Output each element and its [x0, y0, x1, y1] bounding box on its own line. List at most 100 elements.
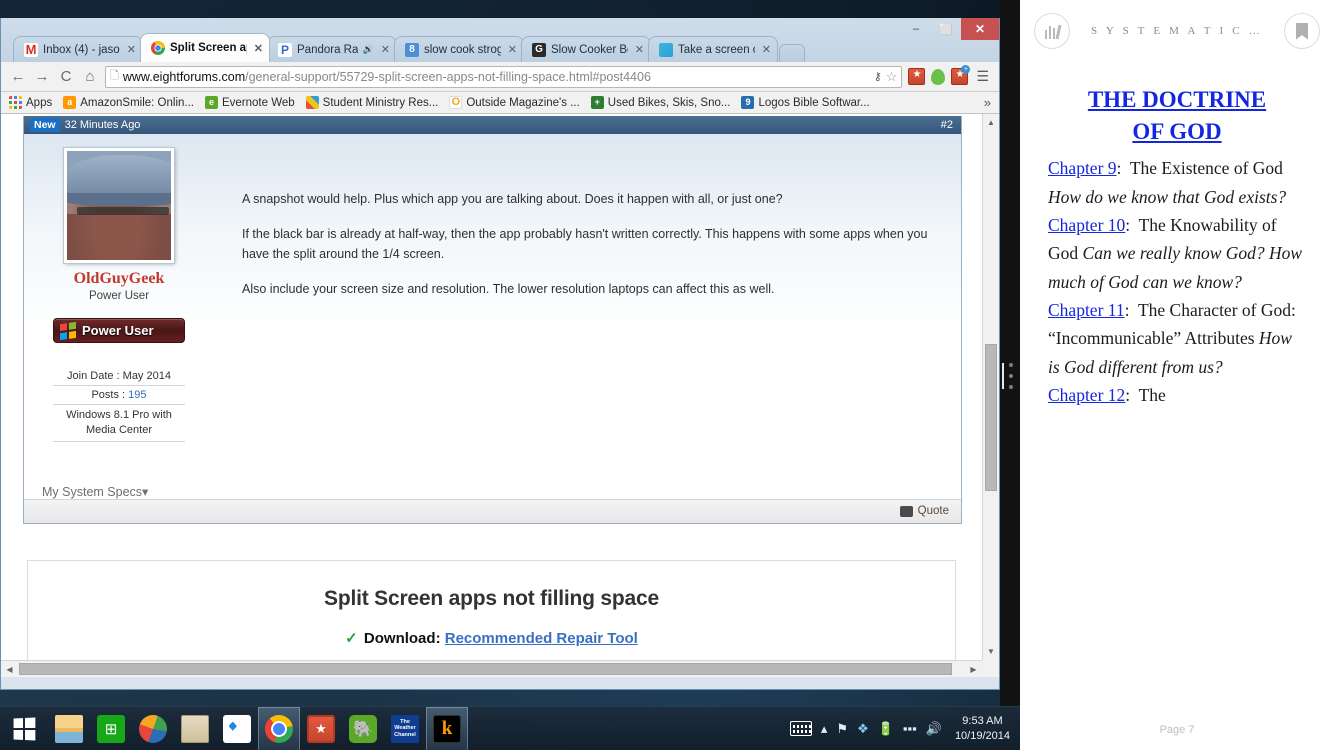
logos-icon: 9 — [741, 96, 755, 109]
split-screen-divider[interactable] — [1000, 0, 1020, 750]
amazon-icon: a — [63, 96, 77, 109]
green-balloon-extension-icon[interactable] — [931, 68, 946, 85]
browser-tab-pandora[interactable]: P Pandora Radi 🔊 ✕ — [267, 36, 397, 62]
browser-tab-inbox[interactable]: M Inbox (4) - jasonr ✕ — [13, 36, 143, 62]
bookmark-label: Student Ministry Res... — [322, 96, 439, 109]
taskbar-item-evernote[interactable]: 🐘 — [342, 707, 384, 750]
bookmark-used-bikes[interactable]: + Used Bikes, Skis, Sno... — [590, 96, 730, 109]
bookmark-outside-magazine[interactable]: O Outside Magazine's ... — [449, 96, 580, 109]
page-info-icon[interactable]: 🗋 — [110, 67, 119, 86]
bookmark-amazonsmile[interactable]: a AmazonSmile: Onlin... — [63, 96, 194, 109]
post-paragraph: A snapshot would help. Plus which app yo… — [242, 192, 783, 206]
home-icon[interactable]: ⌂ — [81, 68, 99, 85]
bookmark-logos-bible[interactable]: 9 Logos Bible Softwar... — [741, 96, 870, 109]
battery-icon[interactable]: 🔋 — [878, 721, 894, 737]
minimize-button[interactable]: – — [901, 18, 931, 40]
horizontal-scrollbar[interactable]: ◀ ▶ — [1, 660, 982, 677]
start-button[interactable] — [0, 707, 48, 750]
bookmark-apps[interactable]: Apps — [9, 96, 52, 109]
tab-close-icon[interactable]: ✕ — [635, 43, 644, 56]
clock-date: 10/19/2014 — [954, 729, 1010, 742]
tab-close-icon[interactable]: ✕ — [254, 42, 263, 55]
wunderlist-add-extension-icon[interactable] — [951, 65, 971, 85]
bookmark-star-icon[interactable]: ☆ — [886, 69, 898, 85]
wunderlist-extension-icon[interactable] — [908, 68, 926, 85]
taskbar-item-wunderlist[interactable]: ★ — [300, 707, 342, 750]
chrome-icon — [151, 41, 165, 55]
dropbox-tray-icon[interactable]: ❖ — [857, 721, 869, 737]
show-hidden-icons-icon[interactable]: ▴ — [821, 721, 828, 737]
reader-book-title: S Y S T E M A T I C … — [1091, 25, 1263, 37]
windows-store-icon: ⊞ — [97, 714, 125, 743]
avatar[interactable] — [64, 148, 174, 263]
keyboard-icon[interactable] — [789, 721, 812, 736]
bookmark-button[interactable] — [1284, 13, 1320, 49]
post-number[interactable]: #2 — [941, 119, 953, 131]
taskbar-item-notes[interactable] — [174, 707, 216, 750]
browser-tab-slow-cooker-beef[interactable]: G Slow Cooker Bee ✕ — [521, 36, 651, 62]
tab-audio-icon[interactable]: 🔊 — [363, 44, 374, 55]
close-button[interactable]: ✕ — [961, 18, 999, 40]
quote-button[interactable]: Quote — [918, 505, 949, 517]
taskbar-item-dropbox[interactable] — [216, 707, 258, 750]
wunderlist-icon: ★ — [307, 714, 335, 743]
taskbar-item-espn[interactable] — [132, 707, 174, 750]
action-flag-icon[interactable]: ⚑ — [836, 721, 848, 737]
scroll-right-arrow-icon[interactable]: ▶ — [965, 661, 982, 677]
split-divider-handle[interactable] — [1006, 360, 1015, 392]
pandora-icon: P — [278, 42, 292, 57]
forward-icon[interactable]: → — [33, 68, 51, 85]
chapter-link[interactable]: Chapter 12 — [1048, 385, 1125, 405]
chapter-title: The — [1138, 385, 1166, 406]
volume-icon[interactable]: 🔊 — [926, 721, 942, 737]
new-tab-button[interactable] — [779, 44, 805, 62]
chapter-subtitle: Can we really know God? How much of God … — [1048, 243, 1303, 292]
clock[interactable]: 9:53 AM 10/19/2014 — [951, 714, 1010, 744]
taskbar-item-file-explorer[interactable] — [48, 707, 90, 750]
post-paragraph: If the black bar is already at half-way,… — [242, 227, 928, 261]
vertical-scrollbar[interactable]: ▲ ▼ — [982, 114, 999, 660]
network-signal-icon[interactable]: ▪▪▪ — [903, 721, 917, 736]
posts-count-link[interactable]: 195 — [128, 389, 146, 401]
avatar-glasses — [77, 207, 169, 215]
taskbar-item-kindle[interactable]: k — [426, 706, 468, 750]
tab-label: Take a screen ca — [678, 43, 755, 56]
library-books-icon[interactable] — [1034, 13, 1070, 49]
tab-label: Split Screen apps — [170, 42, 247, 54]
windows-site-icon — [659, 42, 673, 57]
tab-close-icon[interactable]: ✕ — [127, 43, 136, 56]
bookmark-evernote-web[interactable]: e Evernote Web — [204, 96, 295, 109]
taskbar-item-google-chrome[interactable] — [258, 706, 300, 750]
taskbar-item-weather-channel[interactable]: The Weather Channel — [384, 707, 426, 750]
vertical-scrollbar-thumb[interactable] — [985, 344, 997, 491]
ad-repair-tool-link[interactable]: Recommended Repair Tool — [445, 630, 638, 647]
password-key-icon[interactable]: ⚷ — [874, 70, 882, 83]
scroll-left-arrow-icon[interactable]: ◀ — [1, 661, 18, 677]
browser-tab-slow-cook[interactable]: 8 slow cook stroga ✕ — [394, 36, 524, 62]
browser-tab-take-a-screen-capture[interactable]: Take a screen ca ✕ — [648, 36, 778, 62]
post-author-name[interactable]: OldGuyGeek — [30, 270, 208, 288]
horizontal-scrollbar-thumb[interactable] — [19, 663, 952, 675]
chapter-link[interactable]: Chapter 10 — [1048, 215, 1125, 235]
scroll-up-arrow-icon[interactable]: ▲ — [983, 114, 999, 131]
document-title[interactable]: THE DOCTRINE OF GOD — [1020, 62, 1334, 154]
maximize-button[interactable]: ⬜ — [931, 18, 961, 40]
chapter-link[interactable]: Chapter 11 — [1048, 300, 1125, 320]
dropbox-icon — [223, 714, 251, 743]
scroll-down-arrow-icon[interactable]: ▼ — [983, 643, 999, 660]
browser-tab-split-screen-apps[interactable]: Split Screen apps ✕ — [140, 33, 270, 62]
chrome-menu-icon[interactable]: ☰ — [974, 68, 991, 85]
back-icon[interactable]: ← — [9, 68, 27, 85]
post-footer: Quote — [24, 498, 961, 523]
bookmark-student-ministry[interactable]: Student Ministry Res... — [305, 96, 439, 109]
bike-icon: + — [590, 96, 604, 109]
bookmarks-overflow-icon[interactable]: » — [984, 95, 991, 110]
tab-close-icon[interactable]: ✕ — [381, 43, 390, 56]
address-bar[interactable]: 🗋 www.eightforums.com/general-support/55… — [105, 65, 903, 88]
my-system-specs-toggle[interactable]: My System Specs▾ — [42, 484, 208, 499]
tab-close-icon[interactable]: ✕ — [508, 43, 517, 56]
tab-close-icon[interactable]: ✕ — [762, 43, 771, 56]
taskbar-item-windows-store[interactable]: ⊞ — [90, 707, 132, 750]
chapter-link[interactable]: Chapter 9 — [1048, 158, 1117, 178]
reload-icon[interactable]: C — [57, 68, 75, 85]
